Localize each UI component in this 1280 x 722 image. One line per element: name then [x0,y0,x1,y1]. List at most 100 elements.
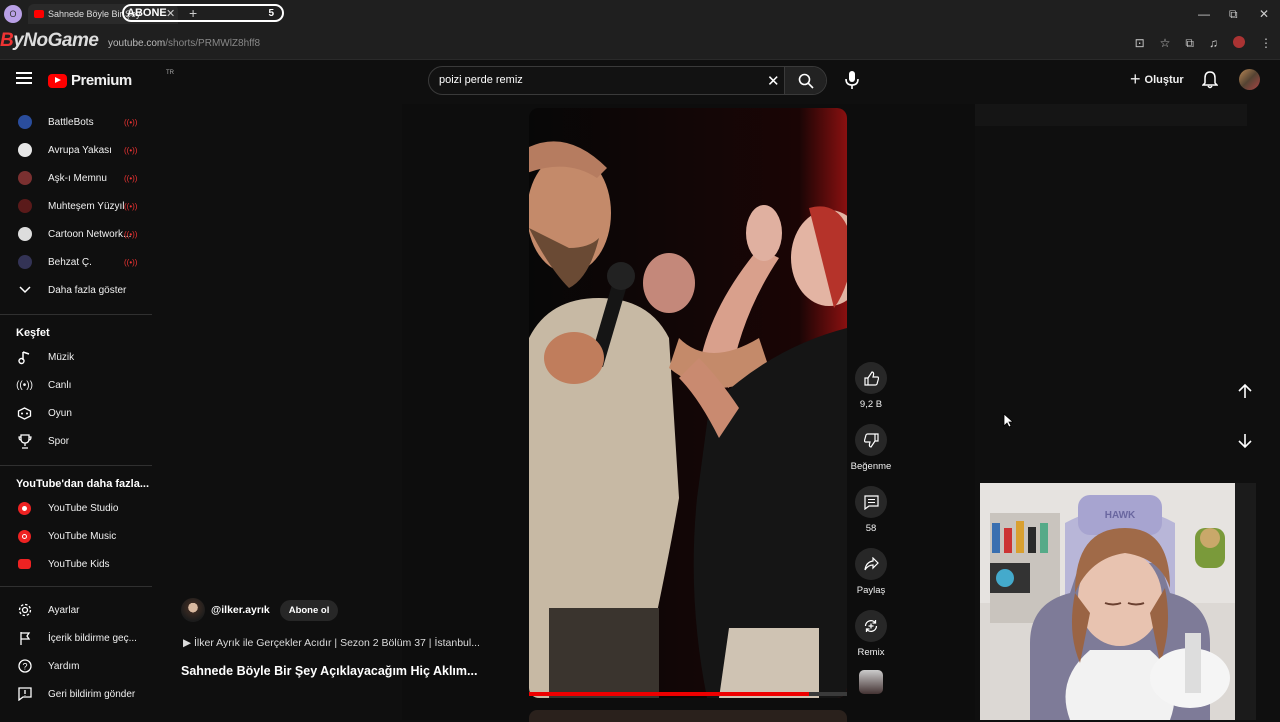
thumbs-down-icon [863,432,879,448]
sidebar-item-music[interactable]: Müzik [0,345,152,369]
comments-button[interactable]: 58 [851,486,891,534]
sound-source-thumbnail[interactable] [859,670,883,694]
play-icon: ▶ [183,637,194,649]
search-button[interactable] [784,67,826,94]
gear-icon [17,603,32,618]
channel-avatar [17,143,32,157]
minimize-icon[interactable]: — [1198,7,1210,21]
sidebar-item-settings[interactable]: Ayarlar [0,598,152,622]
sidebar-item-send-feedback[interactable]: Geri bildirim gönder [0,682,152,706]
sidebar-item-ask-i-memnu[interactable]: Aşk-ı Memnu ((•)) [0,166,152,190]
previous-short-button[interactable] [1238,383,1252,404]
flag-icon [17,631,32,646]
comment-count: 58 [865,523,877,534]
shorts-info-panel [152,104,402,720]
overlay-count: 5 [268,7,274,19]
share-label: Paylaş [856,585,886,596]
remix-label: Remix [857,647,885,658]
channel-avatar [17,171,32,185]
more-menu-icon[interactable]: ⋮ [1260,36,1272,51]
live-indicator-icon: ((•)) [124,173,138,183]
help-icon: ? [17,659,32,674]
channel-avatar[interactable] [181,598,205,622]
channel-row: @ilker.ayrık Abone ol [181,598,339,622]
media-controls-icon[interactable]: ♫ [1209,36,1218,51]
maximize-icon[interactable]: ⧉ [1229,7,1238,22]
live-indicator-icon: ((•)) [124,201,138,211]
video-progress-fill [529,692,809,696]
youtube-play-icon [48,73,67,88]
youtube-premium-logo[interactable]: Premium TR [48,70,174,89]
remix-button[interactable]: Remix [851,610,891,658]
sidebar-item-help[interactable]: ? Yardım [0,654,152,678]
sidebar-item-report-history[interactable]: İçerik bildirme geç... [0,626,152,650]
sidebar-item-youtube-kids[interactable]: YouTube Kids [0,552,152,576]
next-short-button[interactable] [1238,433,1252,454]
sidebar-item-cartoon-network[interactable]: Cartoon Network... ((•)) [0,222,152,246]
youtube-favicon-icon [34,10,44,18]
show-more-button[interactable]: Daha fazla göster [0,278,152,302]
create-button[interactable]: + Oluştur [1130,68,1184,89]
comment-icon [863,494,879,510]
close-window-icon[interactable]: ✕ [1259,7,1269,21]
search-box[interactable]: poizi perde remiz ✕ [428,66,827,95]
like-count: 9,2 B [859,399,883,410]
sidebar-item-youtube-studio[interactable]: YouTube Studio [0,496,152,520]
playlist-link[interactable]: ▶ İlker Ayrık ile Gerçekler Acıdır | Sez… [183,637,480,649]
music-note-icon [17,350,32,365]
explore-heading: Keşfet [16,327,50,339]
channel-avatar [17,199,32,213]
browser-profile-avatar[interactable]: O [4,5,22,23]
shorts-video-player[interactable] [529,108,847,698]
search-icon [798,73,814,89]
clear-search-icon[interactable]: ✕ [767,72,780,90]
chevron-down-icon [17,283,32,298]
url-field[interactable]: youtube.com/shorts/PRMWlZ8hff8 [108,38,260,49]
bookmark-star-icon[interactable]: ☆ [1160,36,1171,51]
sidebar-item-battlebots[interactable]: BattleBots ((•)) [0,110,152,134]
account-avatar[interactable] [1239,69,1260,90]
stream-logo-overlay: ByNoGame [0,30,99,51]
share-button[interactable]: Paylaş [851,548,891,596]
install-app-icon[interactable]: ⊡ [1135,36,1145,51]
live-indicator-icon: ((•)) [124,229,138,239]
arrow-down-icon [1238,434,1252,449]
trophy-icon [17,433,32,449]
notifications-bell-icon[interactable] [1202,71,1218,89]
dislike-label: Beğenme [850,461,892,472]
voice-search-mic-icon[interactable] [843,70,861,90]
overlay-label: ABONE [127,7,167,19]
sidebar-item-avrupa-yakasi[interactable]: Avrupa Yakası ((•)) [0,138,152,162]
youtube-studio-icon [17,501,32,516]
divider [0,586,152,587]
arrow-up-icon [1238,383,1252,398]
sidebar-item-behzat-c[interactable]: Behzat Ç. ((•)) [0,250,152,274]
video-frame-image [529,108,847,698]
dislike-button[interactable]: Beğenme [851,424,891,472]
like-button[interactable]: 9,2 B [851,362,891,410]
subscribe-button[interactable]: Abone ol [279,599,339,621]
menu-hamburger-icon[interactable] [16,72,32,84]
sidebar-item-muhtesem-yuzyil[interactable]: Muhteşem Yüzyıl ((•)) [0,194,152,218]
address-bar-actions: ⊡ ☆ ⧉ ♫ ⋮ [1135,36,1272,51]
short-title[interactable]: Sahnede Böyle Bir Şey Açıklayacağım Hiç … [181,664,477,678]
youtube-kids-icon [17,557,32,572]
profile-icon[interactable] [1233,36,1245,48]
plus-icon: + [1130,68,1141,89]
mouse-cursor-icon [1003,413,1013,428]
live-indicator-icon: ((•)) [124,257,138,267]
sidebar-item-live[interactable]: ((•)) Canlı [0,373,152,397]
svg-text:?: ? [22,662,27,672]
next-short-preview[interactable] [529,710,847,722]
channel-handle[interactable]: @ilker.ayrık [211,604,270,616]
search-input[interactable]: poizi perde remiz [439,74,523,86]
live-indicator-icon: ((•)) [124,145,138,155]
sidebar-item-gaming[interactable]: Oyun [0,401,152,425]
gamepad-icon [17,406,32,421]
sidebar-item-sports[interactable]: Spor [0,429,152,453]
extensions-icon[interactable]: ⧉ [1185,36,1194,51]
more-from-youtube-heading: YouTube'dan daha fazla... [16,478,149,490]
divider [0,314,152,315]
video-progress-bar[interactable] [529,692,847,696]
sidebar-item-youtube-music[interactable]: YouTube Music [0,524,152,548]
